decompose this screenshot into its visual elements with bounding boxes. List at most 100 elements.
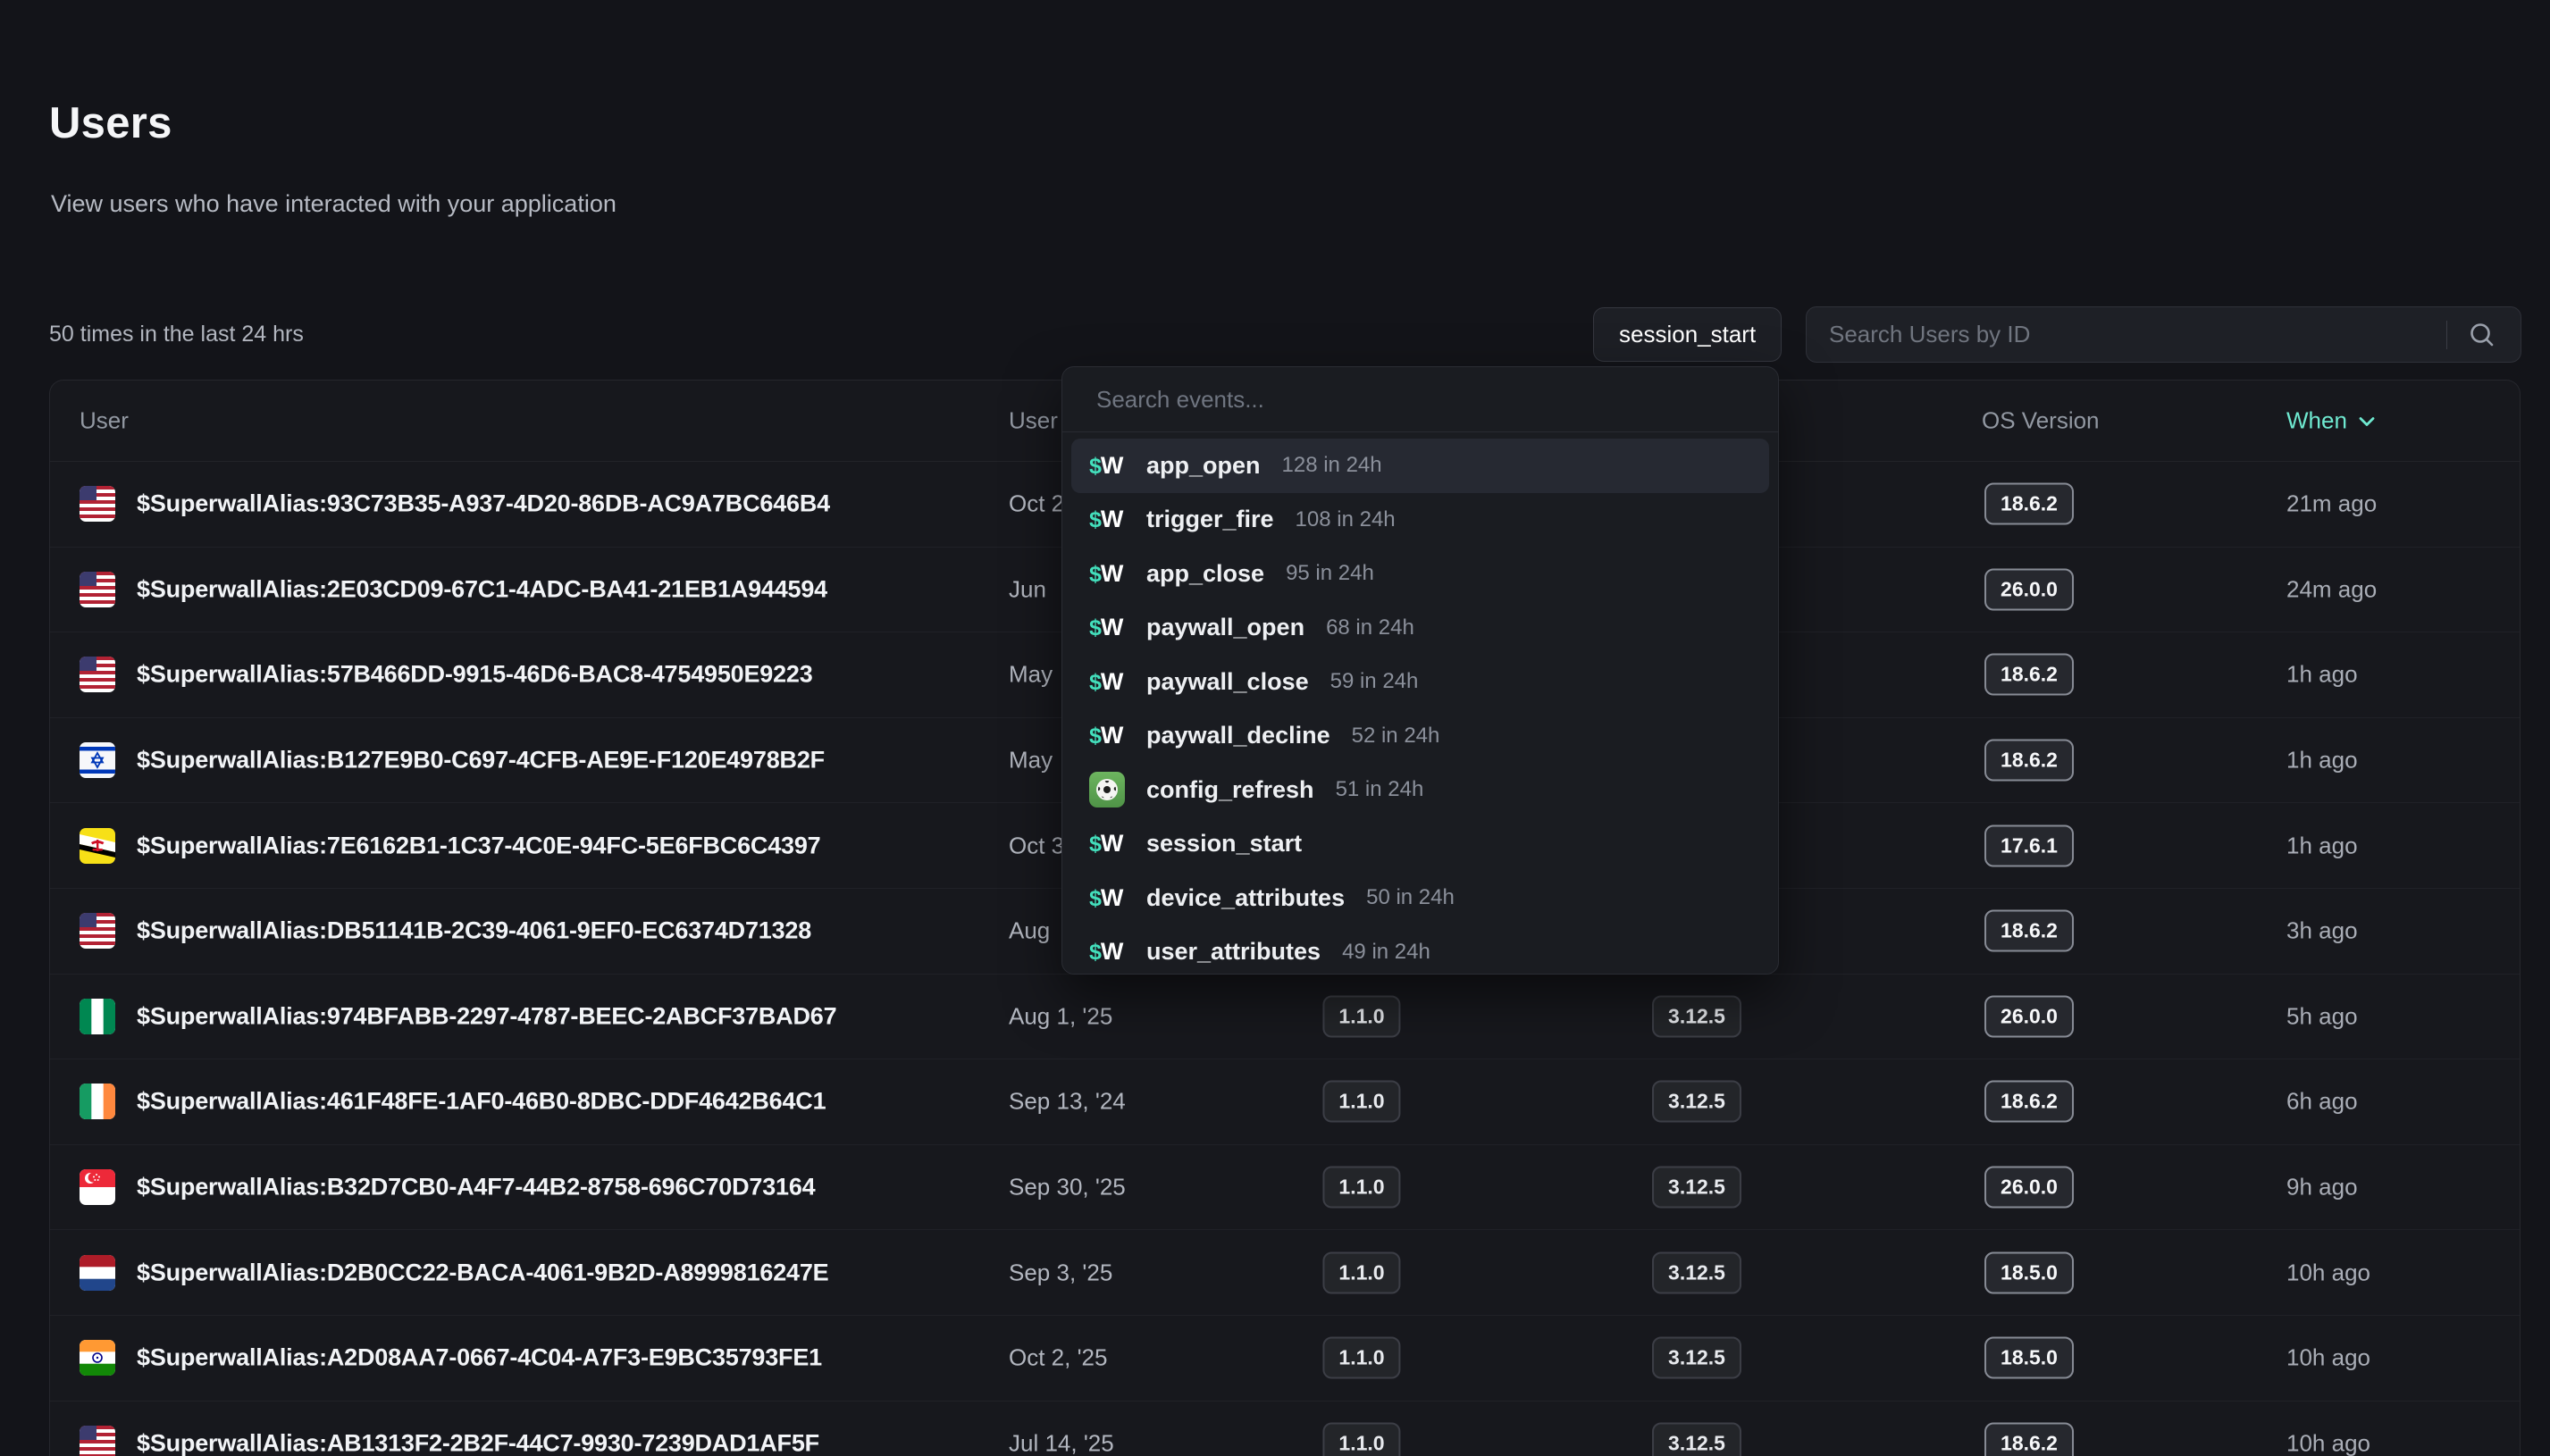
country-flag-icon-us	[80, 572, 115, 607]
app-version-badge: 1.1.0	[1322, 995, 1400, 1037]
user-alias: $SuperwallAlias:93C73B35-A937-4D20-86DB-…	[137, 490, 830, 518]
country-flag-icon-us	[80, 657, 115, 692]
user-search-input[interactable]: Search Users by ID	[1806, 306, 2521, 363]
events-list: $W app_open 128 in 24h $W trigger_fire 1…	[1062, 432, 1778, 975]
os-version-badge: 26.0.0	[1984, 995, 2074, 1037]
superwall-logo-icon: $W	[1089, 668, 1136, 696]
user-alias: $SuperwallAlias:7E6162B1-1C37-4C0E-94FC-…	[137, 832, 820, 859]
user-alias: $SuperwallAlias:A2D08AA7-0667-4C04-A7F3-…	[137, 1344, 822, 1372]
event-count: 51 in 24h	[1336, 777, 1424, 802]
last-seen-time: 1h ago	[2286, 661, 2358, 689]
chevron-down-icon	[2356, 410, 2378, 431]
event-list-item[interactable]: $W trigger_fire 108 in 24h	[1071, 493, 1769, 548]
events-search-input[interactable]: Search events...	[1062, 367, 1778, 432]
column-header-os-version: OS Version	[1982, 407, 2100, 435]
app-version-badge: 1.1.0	[1322, 1081, 1400, 1123]
last-seen-time: 1h ago	[2286, 832, 2358, 859]
event-list-item[interactable]: $W user_attributes 49 in 24h	[1071, 925, 1769, 975]
app-version-badge: 1.1.0	[1322, 1167, 1400, 1209]
page-title: Users	[49, 98, 172, 148]
table-row[interactable]: $SuperwallAlias:B32D7CB0-A4F7-44B2-8758-…	[50, 1145, 2520, 1231]
page-subtitle: View users who have interacted with your…	[51, 190, 617, 218]
event-list-item[interactable]: config_refresh 51 in 24h	[1071, 763, 1769, 817]
os-version-badge: 26.0.0	[1984, 568, 2074, 610]
event-name: app_close	[1146, 560, 1264, 588]
country-flag-icon-sg	[80, 1169, 115, 1205]
event-list-item[interactable]: $W device_attributes 50 in 24h	[1071, 871, 1769, 925]
event-name: app_open	[1146, 452, 1261, 480]
user-since-date: Sep 3, '25	[1009, 1259, 1112, 1286]
country-flag-icon-ie	[80, 1084, 115, 1119]
os-version-badge: 18.5.0	[1984, 1251, 2074, 1293]
user-since-date: Oct 2, '25	[1009, 1344, 1107, 1372]
event-filter-button[interactable]: session_start	[1593, 307, 1782, 362]
last-seen-time: 10h ago	[2286, 1429, 2370, 1456]
events-dropdown: Search events... $W app_open 128 in 24h …	[1061, 366, 1779, 975]
country-flag-icon-us	[80, 486, 115, 522]
table-row[interactable]: $SuperwallAlias:A2D08AA7-0667-4C04-A7F3-…	[50, 1316, 2520, 1402]
os-version-badge: 26.0.0	[1984, 1167, 2074, 1209]
table-row[interactable]: $SuperwallAlias:974BFABB-2297-4787-BEEC-…	[50, 975, 2520, 1060]
event-list-item[interactable]: $W app_close 95 in 24h	[1071, 547, 1769, 601]
event-list-item[interactable]: $W paywall_decline 52 in 24h	[1071, 709, 1769, 764]
events-search-placeholder: Search events...	[1096, 386, 1264, 414]
event-count: 95 in 24h	[1286, 561, 1374, 586]
event-list-item[interactable]: $W paywall_open 68 in 24h	[1071, 601, 1769, 656]
sdk-version-badge: 3.12.5	[1652, 1251, 1741, 1293]
country-flag-icon-il	[80, 742, 115, 778]
last-seen-time: 10h ago	[2286, 1344, 2370, 1372]
user-alias: $SuperwallAlias:57B466DD-9915-46D6-BAC8-…	[137, 661, 813, 689]
sdk-version-badge: 3.12.5	[1652, 1337, 1741, 1379]
event-name: device_attributes	[1146, 884, 1345, 912]
event-name: session_start	[1146, 830, 1302, 858]
column-header-when-sort[interactable]: When	[2286, 407, 2378, 435]
os-version-badge: 18.6.2	[1984, 654, 2074, 696]
user-alias: $SuperwallAlias:2E03CD09-67C1-4ADC-BA41-…	[137, 575, 827, 603]
event-count: 52 in 24h	[1352, 724, 1440, 749]
user-alias: $SuperwallAlias:B127E9B0-C697-4CFB-AE9E-…	[137, 747, 825, 774]
event-list-item[interactable]: $W session_start	[1071, 817, 1769, 872]
last-seen-time: 6h ago	[2286, 1088, 2358, 1116]
last-seen-time: 3h ago	[2286, 917, 2358, 945]
user-alias: $SuperwallAlias:B32D7CB0-A4F7-44B2-8758-…	[137, 1174, 816, 1201]
os-version-badge: 18.6.2	[1984, 1081, 2074, 1123]
event-list-item[interactable]: $W paywall_close 59 in 24h	[1071, 655, 1769, 709]
user-alias: $SuperwallAlias:D2B0CC22-BACA-4061-9B2D-…	[137, 1259, 828, 1286]
country-flag-icon-nl	[80, 1255, 115, 1291]
table-row[interactable]: $SuperwallAlias:AB1313F2-2B2F-44C7-9930-…	[50, 1402, 2520, 1456]
os-version-badge: 18.6.2	[1984, 910, 2074, 952]
table-row[interactable]: $SuperwallAlias:D2B0CC22-BACA-4061-9B2D-…	[50, 1230, 2520, 1316]
user-alias: $SuperwallAlias:461F48FE-1AF0-46B0-8DBC-…	[137, 1088, 826, 1116]
superwall-logo-icon: $W	[1089, 452, 1136, 480]
column-header-user: User	[80, 407, 129, 435]
last-seen-time: 24m ago	[2286, 575, 2377, 603]
search-icon[interactable]	[2467, 320, 2497, 350]
event-name: config_refresh	[1146, 776, 1314, 804]
user-alias: $SuperwallAlias:DB51141B-2C39-4061-9EF0-…	[137, 917, 811, 945]
superwall-logo-icon: $W	[1089, 884, 1136, 912]
event-name: paywall_open	[1146, 614, 1304, 641]
user-since-date: Sep 13, '24	[1009, 1088, 1126, 1116]
app-version-badge: 1.1.0	[1322, 1251, 1400, 1293]
user-alias: $SuperwallAlias:AB1313F2-2B2F-44C7-9930-…	[137, 1429, 819, 1456]
last-seen-time: 5h ago	[2286, 1002, 2358, 1030]
os-version-badge: 18.6.2	[1984, 483, 2074, 525]
user-since-date: May	[1009, 661, 1053, 689]
soccer-app-icon	[1089, 772, 1136, 807]
app-version-badge: 1.1.0	[1322, 1337, 1400, 1379]
event-name: paywall_decline	[1146, 722, 1330, 749]
superwall-logo-icon: $W	[1089, 938, 1136, 966]
user-since-date: Sep 30, '25	[1009, 1174, 1126, 1201]
last-seen-time: 9h ago	[2286, 1174, 2358, 1201]
sdk-version-badge: 3.12.5	[1652, 1081, 1741, 1123]
event-list-item[interactable]: $W app_open 128 in 24h	[1071, 439, 1769, 493]
superwall-logo-icon: $W	[1089, 830, 1136, 858]
event-count: 59 in 24h	[1330, 669, 1419, 694]
table-row[interactable]: $SuperwallAlias:461F48FE-1AF0-46B0-8DBC-…	[50, 1059, 2520, 1145]
app-version-badge: 1.1.0	[1322, 1422, 1400, 1456]
os-version-badge: 18.5.0	[1984, 1337, 2074, 1379]
country-flag-icon-us	[80, 1426, 115, 1456]
user-since-date: Aug 1, '25	[1009, 1002, 1112, 1030]
sdk-version-badge: 3.12.5	[1652, 1167, 1741, 1209]
last-seen-time: 1h ago	[2286, 747, 2358, 774]
